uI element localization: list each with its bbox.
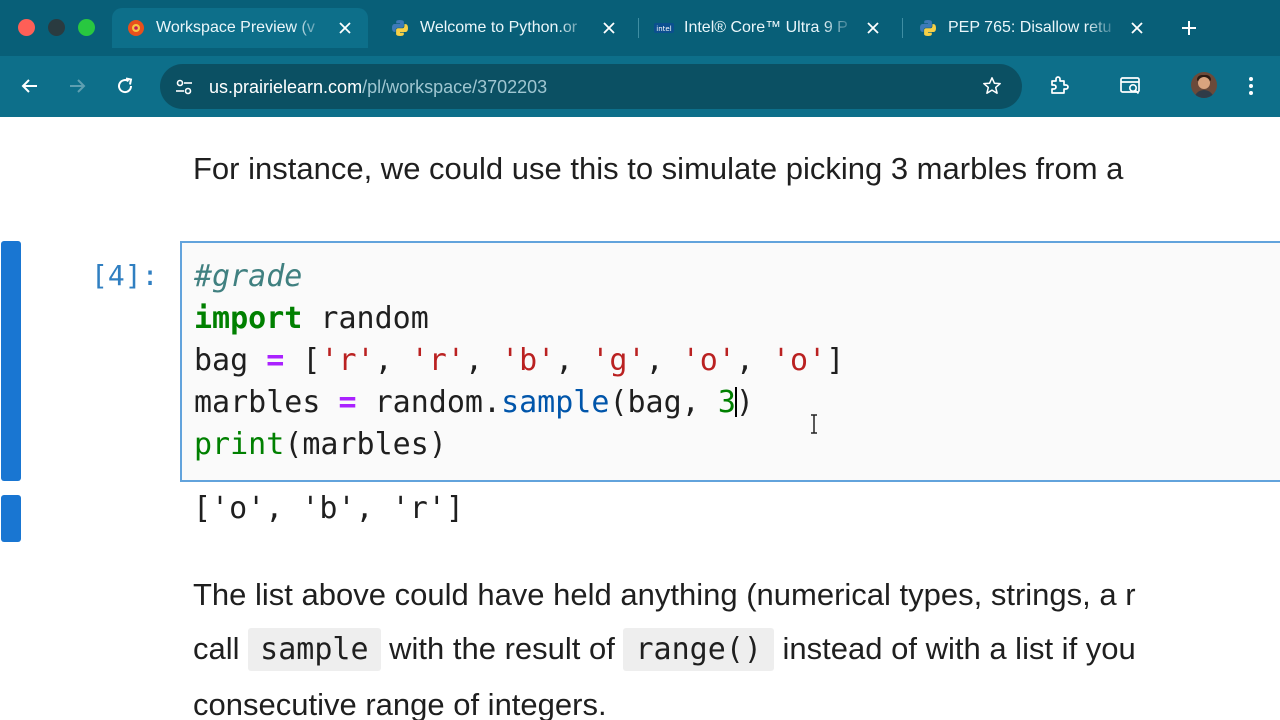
window-zoom-button[interactable] [78, 19, 95, 36]
forward-button[interactable] [61, 70, 93, 102]
code-line-4: marbles = random.sample(bag, 3) [194, 385, 754, 420]
code-line-3: bag = ['r', 'r', 'b', 'g', 'o', 'o'] [194, 343, 845, 378]
tab-label: Intel® Core™ Ultra 9 P [684, 19, 848, 36]
markdown-paragraph-line-3: consecutive range of integers. [193, 687, 607, 720]
close-tab-icon[interactable] [862, 17, 884, 39]
tab-label: Workspace Preview (v [156, 19, 315, 36]
browser-toolbar: us.prairielearn.com/pl/workspace/3702203 [0, 56, 1280, 117]
python-favicon-icon [390, 18, 410, 38]
new-tab-button[interactable] [1172, 12, 1206, 44]
tab-search-icon[interactable] [1116, 71, 1146, 101]
reload-button[interactable] [109, 70, 141, 102]
more-menu-icon[interactable] [1236, 71, 1266, 101]
bookmark-star-icon[interactable] [980, 74, 1004, 98]
cell-prompt: [4]: [91, 259, 159, 292]
cell-output: ['o', 'b', 'r'] [193, 491, 464, 526]
address-bar[interactable]: us.prairielearn.com/pl/workspace/3702203 [160, 64, 1022, 109]
tab-separator [638, 18, 639, 38]
tab-workspace-preview[interactable]: Workspace Preview (v [112, 8, 368, 48]
inline-code-range: range() [623, 628, 774, 671]
arrow-left-icon [21, 79, 37, 93]
tab-label: Welcome to Python.or [420, 19, 578, 36]
close-tab-icon[interactable] [598, 17, 620, 39]
markdown-paragraph-line-1: The list above could have held anything … [193, 577, 1136, 612]
url-text: us.prairielearn.com/pl/workspace/3702203 [209, 77, 547, 98]
code-cell-editor[interactable]: #grade import random bag = ['r', 'r', 'b… [180, 241, 1280, 482]
tab-separator [902, 18, 903, 38]
markdown-intro: For instance, we could use this to simul… [193, 151, 1124, 186]
back-button[interactable] [14, 70, 46, 102]
arrow-right-icon [70, 79, 86, 93]
python-favicon-icon [918, 18, 938, 38]
tab-strip: Workspace Preview (v Welcome to Python.o… [0, 0, 1280, 56]
inline-code-sample: sample [248, 628, 381, 671]
url-path: /pl/workspace/3702203 [362, 77, 548, 97]
window-minimize-button[interactable] [48, 19, 65, 36]
tab-welcome-python[interactable]: Welcome to Python.or [376, 8, 632, 48]
intel-favicon-icon: intel [654, 18, 674, 38]
code-line-2: import random [194, 301, 429, 336]
output-collapser[interactable] [1, 495, 21, 542]
cell-collapser[interactable] [1, 241, 21, 481]
code-line-5: print(marbles) [194, 427, 447, 462]
close-tab-icon[interactable] [334, 17, 356, 39]
prairielearn-favicon-icon [126, 18, 146, 38]
profile-avatar[interactable] [1191, 72, 1217, 98]
tab-label: PEP 765: Disallow retu [948, 19, 1112, 36]
markdown-paragraph-line-2: call sample with the result of range() i… [193, 628, 1136, 671]
tab-intel-core[interactable]: intel Intel® Core™ Ultra 9 P [640, 8, 896, 48]
mouse-ibeam-cursor-icon [811, 414, 817, 434]
plus-icon [1182, 21, 1196, 35]
url-host: us.prairielearn.com [209, 77, 363, 97]
close-tab-icon[interactable] [1126, 17, 1148, 39]
browser-chrome: Workspace Preview (v Welcome to Python.o… [0, 0, 1280, 117]
svg-text:intel: intel [656, 25, 671, 33]
extensions-icon[interactable] [1044, 71, 1074, 101]
code-line-1: #grade [194, 259, 303, 294]
notebook-page: For instance, we could use this to simul… [0, 117, 1280, 720]
reload-icon [118, 77, 133, 94]
tab-pep-765[interactable]: PEP 765: Disallow retu [904, 8, 1160, 48]
site-info-icon[interactable] [172, 75, 196, 99]
window-close-button[interactable] [18, 19, 35, 36]
